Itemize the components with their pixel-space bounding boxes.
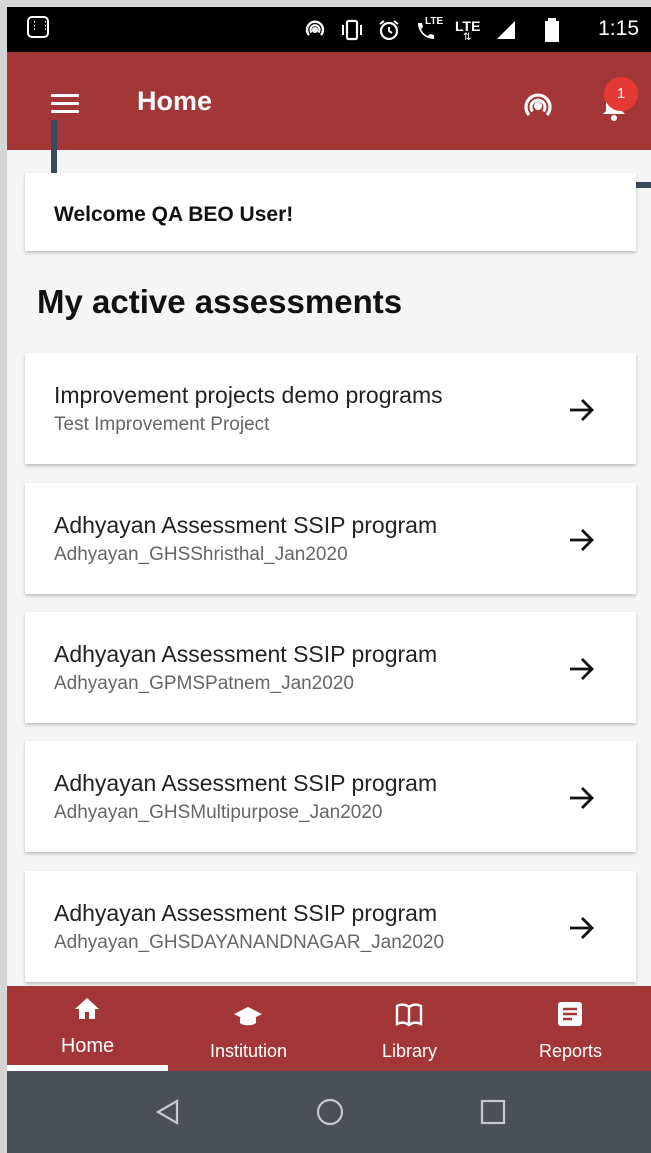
book-icon [395,1003,423,1027]
assessment-title: Adhyayan Assessment SSIP program [54,900,438,926]
nav-label-reports: Reports [538,1041,603,1061]
arrow-right-icon[interactable] [567,913,597,943]
status-bar: ⋮⋮ LTE LTE ⇅ 1:15 [7,7,651,52]
assessment-card[interactable]: Adhyayan Assessment SSIP program Adhyaya… [25,483,636,594]
assessment-card[interactable]: Adhyayan Assessment SSIP program Adhyaya… [25,612,636,723]
welcome-text: Welcome QA BEO User! [54,203,294,226]
status-time: 1:15 [598,17,639,40]
report-icon [558,1002,582,1026]
nav-item-home[interactable]: Home [7,986,168,1071]
assessment-title: Adhyayan Assessment SSIP program [54,770,438,796]
graduation-cap-icon [234,1007,262,1026]
nav-item-library[interactable]: Library [329,986,490,1071]
assessment-title: Improvement projects demo programs [54,382,443,408]
notification-badge: 1 [604,77,638,111]
arrow-right-icon[interactable] [567,525,597,555]
nav-label-institution: Institution [209,1041,288,1061]
system-navigation-bar [7,1071,651,1153]
nav-item-reports[interactable]: Reports [490,986,651,1071]
keyboard-icon: ⋮⋮ [27,16,51,38]
nav-label-library: Library [381,1041,438,1061]
back-icon[interactable] [153,1097,183,1127]
vibrate-icon [342,19,362,41]
arrow-right-icon[interactable] [567,783,597,813]
signal-icon [497,21,515,39]
assessment-subtitle: Adhyayan_GHSMultipurpose_Jan2020 [54,802,383,823]
volte-call-icon: LTE [413,16,444,42]
home-icon [75,998,99,1019]
broadcast-icon[interactable] [521,88,555,122]
hotspot-icon [305,20,325,36]
phone-screen: ⋮⋮ LTE LTE ⇅ 1:15 Home 1 Welcome QA BEO … [7,7,651,1153]
section-title: My active assessments [37,283,403,320]
assessment-card[interactable]: Adhyayan Assessment SSIP program Adhyaya… [25,871,636,982]
arrow-right-icon[interactable] [567,654,597,684]
assessment-title: Adhyayan Assessment SSIP program [54,512,438,538]
alarm-icon [379,20,399,41]
assessment-subtitle: Adhyayan_GHSDAYANANDNAGAR_Jan2020 [54,932,445,953]
recents-icon[interactable] [478,1097,508,1127]
nav-item-institution[interactable]: Institution [168,986,329,1071]
battery-icon [545,18,559,42]
welcome-card: Welcome QA BEO User! [25,173,636,251]
assessment-subtitle: Adhyayan_GHSShristhal_Jan2020 [54,544,348,565]
assessment-subtitle: Adhyayan_GPMSPatnem_Jan2020 [54,673,354,694]
lte-icon: LTE ⇅ [455,18,481,43]
assessment-card[interactable]: Improvement projects demo programs Test … [25,353,636,464]
nav-label-home: Home [60,1035,115,1057]
lte-label: LTE [425,16,444,27]
assessment-card[interactable]: Adhyayan Assessment SSIP program Adhyaya… [25,741,636,852]
home-circle-icon[interactable] [315,1097,345,1127]
arrow-right-icon[interactable] [567,395,597,425]
assessment-title: Adhyayan Assessment SSIP program [54,641,438,667]
menu-icon[interactable] [51,94,79,114]
page-title: Home [137,86,213,116]
assessment-subtitle: Test Improvement Project [54,414,270,435]
status-icons: LTE LTE ⇅ [303,15,561,45]
bottom-navigation: Home Institution Library Reports [7,986,651,1071]
